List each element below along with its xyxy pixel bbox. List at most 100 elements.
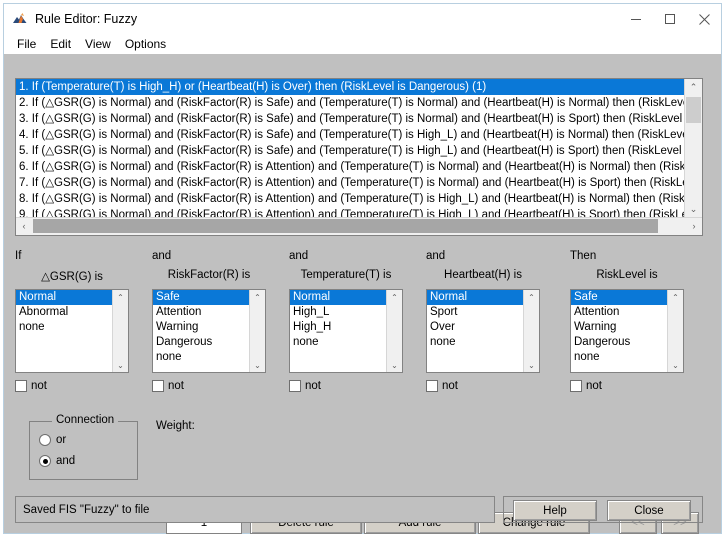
not-checkbox-label: not	[305, 380, 321, 392]
rule-list-panel: 1. If (Temperature(T) is High_H) or (Hea…	[15, 78, 703, 236]
listbox-scrollbar[interactable]: ⌃⌄	[667, 290, 683, 372]
listbox-option[interactable]: Over	[427, 320, 523, 335]
not-checkbox-row[interactable]: not	[152, 380, 184, 392]
listbox-option[interactable]: Safe	[571, 290, 667, 305]
listbox-option[interactable]: none	[427, 335, 523, 350]
not-checkbox[interactable]	[152, 380, 164, 392]
help-button[interactable]: Help	[513, 500, 597, 521]
column-variable-label: Temperature(T) is	[289, 269, 403, 281]
footer-button-group: Help Close	[503, 496, 703, 523]
rule-list-item[interactable]: 5. If (△GSR(G) is Normal) and (RiskFacto…	[16, 143, 685, 159]
scroll-up-icon[interactable]: ⌃	[685, 79, 702, 95]
weight-label: Weight:	[156, 420, 195, 432]
close-button[interactable]: Close	[607, 500, 691, 521]
listbox-option[interactable]: Abnormal	[16, 305, 112, 320]
membership-listbox[interactable]: SafeAttentionWarningDangerousnone⌃⌄	[152, 289, 266, 373]
title-bar: Rule Editor: Fuzzy	[4, 4, 721, 34]
listbox-option[interactable]: none	[571, 350, 667, 365]
listbox-option[interactable]: High_L	[290, 305, 386, 320]
listbox-option[interactable]: Attention	[571, 305, 667, 320]
menu-options[interactable]: Options	[118, 35, 173, 53]
membership-listbox[interactable]: NormalAbnormalnone⌃⌄	[15, 289, 129, 373]
rule-list-horizontal-scrollbar[interactable]: ‹ ›	[16, 217, 702, 235]
column-variable-label: RiskFactor(R) is	[152, 269, 266, 281]
vertical-scroll-thumb[interactable]	[686, 97, 701, 123]
listbox-option[interactable]: Safe	[153, 290, 249, 305]
rule-list-item[interactable]: 7. If (△GSR(G) is Normal) and (RiskFacto…	[16, 175, 685, 191]
listbox-option[interactable]: Dangerous	[571, 335, 667, 350]
menu-view[interactable]: View	[78, 35, 118, 53]
close-icon[interactable]	[687, 4, 721, 34]
listbox-scroll-down-icon[interactable]: ⌄	[524, 358, 539, 372]
connection-or-option[interactable]: or	[39, 434, 66, 446]
radio-or[interactable]	[39, 434, 51, 446]
not-checkbox-row[interactable]: not	[426, 380, 458, 392]
rule-list-item[interactable]: 9. If (△GSR(G) is Normal) and (RiskFacto…	[16, 207, 685, 217]
listbox-option[interactable]: Sport	[427, 305, 523, 320]
column-variable-label: RiskLevel is	[570, 269, 684, 281]
rule-list-item[interactable]: 4. If (△GSR(G) is Normal) and (RiskFacto…	[16, 127, 685, 143]
column-conjunction-label: and	[426, 250, 445, 262]
listbox-scroll-up-icon[interactable]: ⌃	[524, 290, 539, 304]
menu-edit[interactable]: Edit	[43, 35, 78, 53]
maximize-button[interactable]	[653, 4, 687, 34]
listbox-option[interactable]: Warning	[153, 320, 249, 335]
not-checkbox-row[interactable]: not	[289, 380, 321, 392]
scroll-down-icon[interactable]: ⌄	[685, 201, 702, 217]
minimize-button[interactable]	[619, 4, 653, 34]
not-checkbox-label: not	[168, 380, 184, 392]
listbox-option[interactable]: Normal	[290, 290, 386, 305]
listbox-option[interactable]: Normal	[427, 290, 523, 305]
column-conjunction-label: and	[289, 250, 308, 262]
listbox-scroll-up-icon[interactable]: ⌃	[113, 290, 128, 304]
listbox-scroll-down-icon[interactable]: ⌄	[668, 358, 683, 372]
listbox-items: NormalAbnormalnone	[16, 290, 112, 372]
listbox-scrollbar[interactable]: ⌃⌄	[386, 290, 402, 372]
not-checkbox[interactable]	[15, 380, 27, 392]
membership-listbox[interactable]: NormalSportOvernone⌃⌄	[426, 289, 540, 373]
listbox-scrollbar[interactable]: ⌃⌄	[112, 290, 128, 372]
listbox-option[interactable]: Attention	[153, 305, 249, 320]
not-checkbox-row[interactable]: not	[570, 380, 602, 392]
rule-list-item[interactable]: 3. If (△GSR(G) is Normal) and (RiskFacto…	[16, 111, 685, 127]
listbox-scrollbar[interactable]: ⌃⌄	[523, 290, 539, 372]
not-checkbox[interactable]	[570, 380, 582, 392]
listbox-scrollbar[interactable]: ⌃⌄	[249, 290, 265, 372]
connection-legend: Connection	[52, 414, 118, 426]
rule-list-item[interactable]: 6. If (△GSR(G) is Normal) and (RiskFacto…	[16, 159, 685, 175]
listbox-scroll-up-icon[interactable]: ⌃	[387, 290, 402, 304]
listbox-option[interactable]: High_H	[290, 320, 386, 335]
rule-list-item[interactable]: 2. If (△GSR(G) is Normal) and (RiskFacto…	[16, 95, 685, 111]
listbox-scroll-up-icon[interactable]: ⌃	[668, 290, 683, 304]
listbox-option[interactable]: Normal	[16, 290, 112, 305]
listbox-scroll-down-icon[interactable]: ⌄	[250, 358, 265, 372]
listbox-items: SafeAttentionWarningDangerousnone	[571, 290, 667, 372]
membership-listbox[interactable]: SafeAttentionWarningDangerousnone⌃⌄	[570, 289, 684, 373]
listbox-option[interactable]: none	[290, 335, 386, 350]
rule-list-vertical-scrollbar[interactable]: ⌃ ⌄	[684, 79, 702, 217]
listbox-scroll-down-icon[interactable]: ⌄	[387, 358, 402, 372]
column-conjunction-label: and	[152, 250, 171, 262]
window-title: Rule Editor: Fuzzy	[35, 12, 137, 26]
not-checkbox[interactable]	[426, 380, 438, 392]
not-checkbox-row[interactable]: not	[15, 380, 47, 392]
listbox-option[interactable]: none	[16, 320, 112, 335]
not-checkbox-label: not	[442, 380, 458, 392]
connection-and-option[interactable]: and	[39, 455, 75, 467]
rule-list[interactable]: 1. If (Temperature(T) is High_H) or (Hea…	[16, 79, 685, 217]
listbox-scroll-up-icon[interactable]: ⌃	[250, 290, 265, 304]
listbox-option[interactable]: Warning	[571, 320, 667, 335]
membership-listbox[interactable]: NormalHigh_LHigh_Hnone⌃⌄	[289, 289, 403, 373]
scroll-right-icon[interactable]: ›	[686, 218, 702, 234]
scroll-left-icon[interactable]: ‹	[16, 218, 32, 234]
rule-list-item[interactable]: 8. If (△GSR(G) is Normal) and (RiskFacto…	[16, 191, 685, 207]
not-checkbox[interactable]	[289, 380, 301, 392]
rule-list-item[interactable]: 1. If (Temperature(T) is High_H) or (Hea…	[16, 79, 685, 95]
radio-and[interactable]	[39, 455, 51, 467]
listbox-option[interactable]: Dangerous	[153, 335, 249, 350]
listbox-scroll-down-icon[interactable]: ⌄	[113, 358, 128, 372]
menu-file[interactable]: File	[10, 35, 43, 53]
horizontal-scroll-thumb[interactable]	[33, 219, 658, 233]
listbox-option[interactable]: none	[153, 350, 249, 365]
window-controls	[619, 4, 721, 34]
